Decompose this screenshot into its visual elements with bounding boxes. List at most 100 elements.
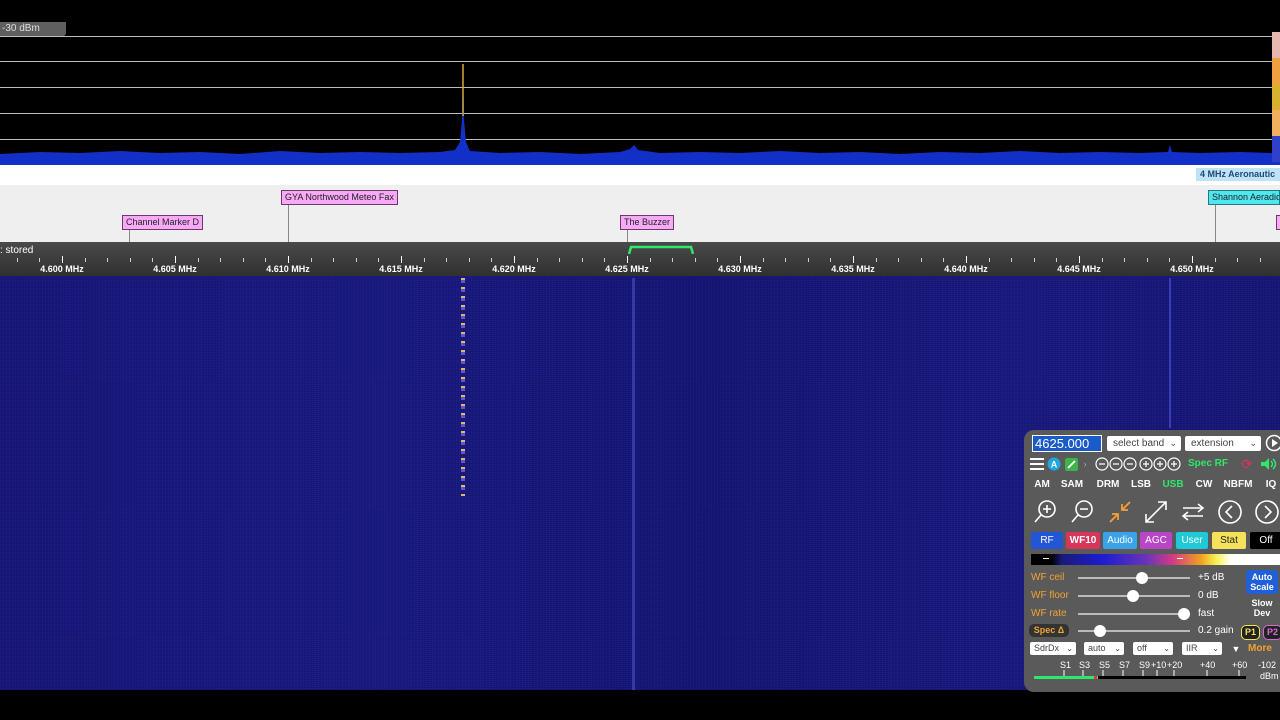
- reload-button[interactable]: ⟳: [1239, 457, 1255, 471]
- mode-lsb-button[interactable]: LSB: [1127, 478, 1155, 492]
- auto-a-icon: A: [1047, 457, 1061, 471]
- station-marker-line: [627, 228, 628, 242]
- menu-button[interactable]: [1030, 457, 1044, 471]
- waterfall-carrier-trace: [461, 278, 465, 496]
- station-label[interactable]: Shannon Aeradio: [1208, 190, 1280, 205]
- scale-major-tick: [740, 256, 741, 263]
- edit-button[interactable]: [1064, 457, 1078, 471]
- extension-select[interactable]: extension ⌄: [1185, 436, 1261, 451]
- slider-knob[interactable]: [1126, 590, 1139, 602]
- frequency-input[interactable]: [1032, 435, 1102, 452]
- passband-indicator[interactable]: [628, 244, 694, 254]
- wf-floor-value: 0 dB: [1198, 590, 1219, 601]
- zoom-step-buttons[interactable]: [1094, 457, 1184, 471]
- tab-stat[interactable]: Stat: [1212, 532, 1246, 549]
- scale-minor-tick: [672, 258, 673, 262]
- wf-ceil-value: +5 dB: [1198, 572, 1225, 583]
- tab-off[interactable]: Off: [1250, 532, 1280, 549]
- play-button[interactable]: [1265, 434, 1280, 452]
- station-label-partial[interactable]: [1276, 215, 1280, 230]
- mode-nbfm-button[interactable]: NBFM: [1221, 478, 1255, 492]
- station-marker-line: [129, 228, 130, 242]
- scale-minor-tick: [1056, 258, 1057, 262]
- tab-user[interactable]: User: [1176, 532, 1208, 549]
- mode-usb-button[interactable]: USB: [1159, 478, 1187, 492]
- play-icon: [1265, 434, 1280, 452]
- scale-major-tick: [1079, 256, 1080, 263]
- slider-knob[interactable]: [1135, 572, 1148, 584]
- edit-pencil-icon: [1064, 457, 1078, 471]
- zoom-out-button[interactable]: [1069, 498, 1097, 526]
- spec-delta-button[interactable]: Spec Δ: [1029, 624, 1069, 637]
- spec-gain-slider[interactable]: [1078, 625, 1190, 637]
- more-button[interactable]: More: [1248, 642, 1280, 655]
- off-select[interactable]: off ⌄: [1133, 642, 1173, 655]
- zoom-max-out-button[interactable]: [1142, 498, 1170, 526]
- station-marker-line: [1215, 204, 1216, 242]
- mode-am-button[interactable]: AM: [1030, 478, 1054, 492]
- slider-knob[interactable]: [1178, 608, 1191, 620]
- station-label[interactable]: The Buzzer: [620, 215, 675, 230]
- control-panel: select band ⌄ extension ⌄ A ›: [1024, 430, 1280, 692]
- page-left-button[interactable]: [1216, 498, 1244, 526]
- slow-dev-button[interactable]: Slow Dev: [1246, 598, 1278, 620]
- zoom-in-button[interactable]: [1032, 498, 1060, 526]
- smeter-label: S3: [1079, 660, 1091, 670]
- wf-ceil-slider[interactable]: [1078, 572, 1190, 584]
- scale-minor-tick: [1124, 258, 1125, 262]
- scale-minor-tick: [1169, 258, 1170, 262]
- spectrum-display[interactable]: -30 dBm: [0, 0, 1280, 165]
- frequency-tick-label: 4.625 MHz: [605, 264, 649, 274]
- band-select[interactable]: select band ⌄: [1107, 436, 1181, 451]
- station-label[interactable]: GYA Northwood Meteo Fax: [281, 190, 398, 205]
- auto-scale-button[interactable]: Auto Scale: [1246, 570, 1278, 594]
- smeter-fill: [1034, 676, 1098, 679]
- step-arrow-button[interactable]: ›: [1080, 458, 1090, 470]
- mute-button[interactable]: [1260, 457, 1278, 471]
- band-bar: [0, 165, 1280, 185]
- wf-floor-slider[interactable]: [1078, 590, 1190, 602]
- scale-minor-tick: [39, 258, 40, 262]
- mode-drm-button[interactable]: DRM: [1093, 478, 1123, 492]
- colormap-marker: [1177, 558, 1183, 559]
- scale-minor-tick: [152, 258, 153, 262]
- page-right-button[interactable]: [1253, 498, 1280, 526]
- smeter-label: +20: [1167, 660, 1183, 670]
- band-label-aeronautical[interactable]: 4 MHz Aeronautic: [1196, 168, 1280, 181]
- tab-wf[interactable]: WF10: [1066, 532, 1100, 549]
- mode-cw-button[interactable]: CW: [1192, 478, 1216, 492]
- station-label[interactable]: Channel Marker D: [122, 215, 204, 230]
- spectrum-trace: [0, 60, 1280, 165]
- preset-p1-button[interactable]: P1: [1241, 625, 1260, 640]
- auto-scale-line2: Scale: [1250, 582, 1274, 592]
- mode-iq-button[interactable]: IQ: [1260, 478, 1280, 492]
- preset-p2-button[interactable]: P2: [1263, 625, 1280, 640]
- spec-rf-toggle[interactable]: Spec RF: [1188, 457, 1230, 471]
- tab-rf[interactable]: RF: [1031, 532, 1063, 549]
- zoom-to-band-button[interactable]: [1106, 498, 1134, 526]
- wf-rate-slider[interactable]: [1078, 608, 1191, 620]
- spec-gain-value: 0.2 gain: [1198, 625, 1234, 636]
- scale-minor-tick: [1102, 258, 1103, 262]
- auto-mode-button[interactable]: A: [1047, 457, 1061, 471]
- scale-major-tick: [966, 256, 967, 263]
- frequency-tick-label: 4.605 MHz: [153, 264, 197, 274]
- caret-right-icon: ›: [1083, 459, 1087, 469]
- frequency-tick-label: 4.600 MHz: [40, 264, 84, 274]
- sdrdx-select[interactable]: SdrDx ⌄: [1030, 642, 1076, 655]
- smeter-dbm-value: -102: [1258, 660, 1277, 670]
- auto-select[interactable]: auto ⌄: [1084, 642, 1124, 655]
- scale-major-tick: [62, 256, 63, 263]
- collapse-button[interactable]: ▼: [1230, 642, 1242, 655]
- mode-sam-button[interactable]: SAM: [1057, 478, 1087, 492]
- swap-button[interactable]: [1179, 498, 1207, 526]
- scale-minor-tick: [808, 258, 809, 262]
- slider-knob[interactable]: [1094, 625, 1107, 637]
- tab-agc[interactable]: AGC: [1140, 532, 1172, 549]
- smeter-peak: [1093, 676, 1097, 679]
- tab-audio[interactable]: Audio: [1103, 532, 1137, 549]
- smeter-label: +60: [1232, 660, 1248, 670]
- scale-minor-tick: [876, 258, 877, 262]
- wf-rate-label: WF rate: [1031, 608, 1067, 619]
- iir-select[interactable]: IIR ⌄: [1182, 642, 1222, 655]
